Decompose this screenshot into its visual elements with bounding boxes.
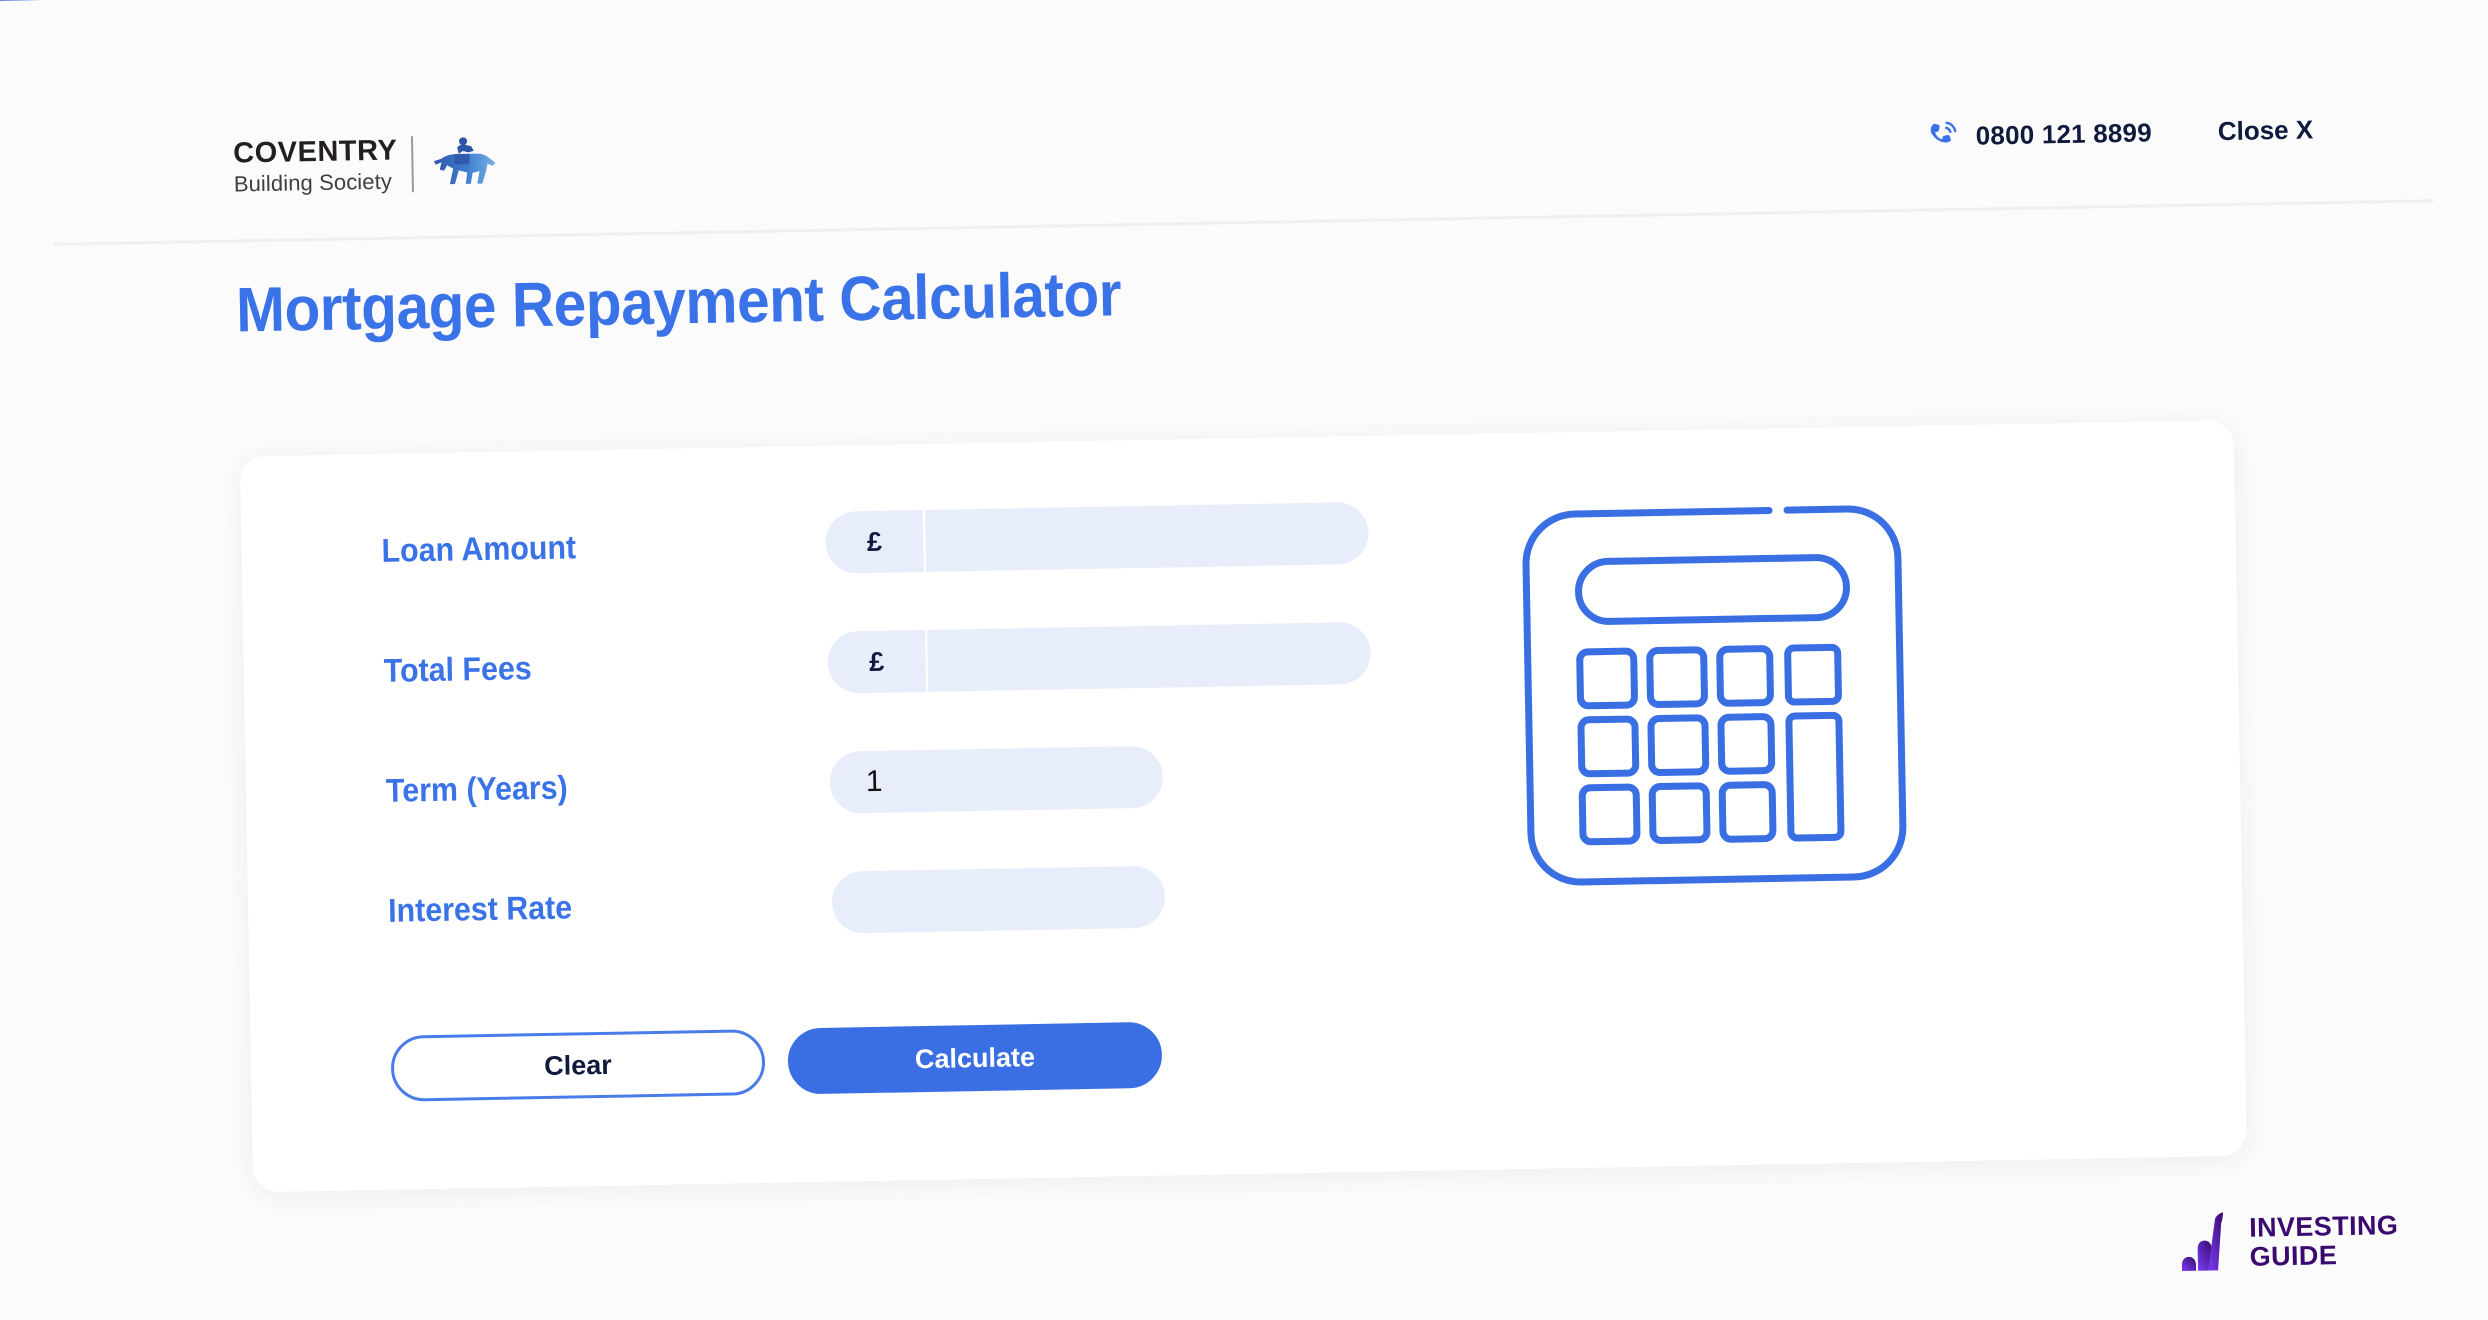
investing-guide-chart-icon <box>2181 1212 2223 1272</box>
calculate-button[interactable]: Calculate <box>787 1021 1163 1095</box>
investing-guide-line1: INVESTING <box>2248 1209 2399 1243</box>
label-interest-rate: Interest Rate <box>387 888 573 929</box>
loan-amount-input[interactable] <box>924 501 1369 572</box>
tilted-page-sheet: COVENTRY Building Society 0800 121 8899 … <box>0 0 2488 1320</box>
label-loan-amount: Loan Amount <box>381 528 577 569</box>
coventry-logo-line2: Building Society <box>233 168 393 197</box>
calculator-actions: Clear Calculate <box>390 1021 1163 1102</box>
header-actions: 0800 121 8899 Close X <box>1925 112 2313 153</box>
input-interest-rate[interactable]: % <box>831 865 1166 934</box>
close-button[interactable]: Close X <box>2218 114 2314 147</box>
currency-prefix-icon: £ <box>824 509 927 574</box>
phone-contact[interactable]: 0800 121 8899 <box>1925 115 2152 153</box>
label-term-years: Term (Years) <box>385 768 568 809</box>
header-divider <box>53 199 2434 246</box>
coventry-logo-line1: COVENTRY <box>232 134 398 170</box>
field-row-total-fees: Total Fees £ <box>243 600 2238 711</box>
interest-rate-input[interactable] <box>831 865 1166 934</box>
select-term-years[interactable] <box>829 745 1164 814</box>
calculator-card: Loan Amount £ Total Fees £ Term (Years) <box>239 419 2247 1193</box>
page-title: Mortgage Repayment Calculator <box>235 259 1122 346</box>
phone-ringing-icon <box>1930 121 1956 143</box>
field-row-interest-rate: Interest Rate % <box>248 840 2243 951</box>
input-total-fees[interactable]: £ <box>827 621 1372 694</box>
input-loan-amount[interactable]: £ <box>824 501 1369 574</box>
coventry-logo-text: COVENTRY Building Society <box>232 134 398 197</box>
currency-prefix-icon: £ <box>827 629 929 694</box>
clear-button[interactable]: Clear <box>390 1028 766 1102</box>
field-row-term-years: Term (Years) <box>245 720 2240 831</box>
site-header: COVENTRY Building Society 0800 121 8899 … <box>0 1 2480 247</box>
coventry-logo[interactable]: COVENTRY Building Society <box>233 134 500 197</box>
investing-guide-text: INVESTING GUIDE <box>2248 1209 2399 1272</box>
page-content: COVENTRY Building Society 0800 121 8899 … <box>0 1 2488 1320</box>
field-row-loan-amount: Loan Amount £ <box>241 480 2236 591</box>
phone-number-text: 0800 121 8899 <box>1975 116 2153 151</box>
label-total-fees: Total Fees <box>383 649 532 689</box>
calculator-icon <box>1522 505 1907 886</box>
investing-guide-line2: GUIDE <box>2249 1240 2338 1272</box>
logo-divider <box>411 136 415 193</box>
term-years-value[interactable] <box>829 745 1164 814</box>
investing-guide-logo[interactable]: INVESTING GUIDE <box>2177 1209 2399 1275</box>
horse-and-rider-icon <box>434 137 496 185</box>
total-fees-input[interactable] <box>927 621 1372 692</box>
